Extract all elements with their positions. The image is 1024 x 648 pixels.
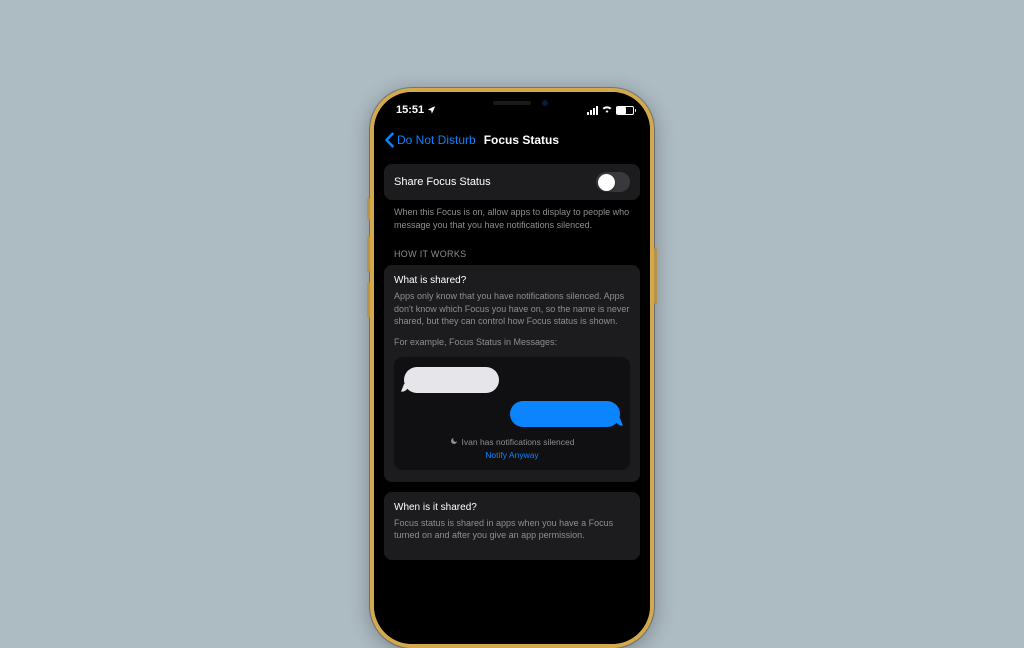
how-it-works-header: HOW IT WORKS [384,231,640,265]
when-shared-title: When is it shared? [394,502,630,513]
page-title: Focus Status [484,133,559,147]
share-focus-toggle[interactable] [596,172,630,192]
silenced-status-row: Ivan has notifications silenced [404,437,620,447]
phone-frame: 15:51 [370,88,654,648]
content-area: Share Focus Status When this Focus is on… [374,156,650,568]
what-shared-body: Apps only know that you have notificatio… [394,290,630,328]
silenced-text: Ivan has notifications silenced [462,437,575,447]
battery-icon [616,106,634,115]
message-preview: Ivan has notifications silenced Notify A… [394,357,630,470]
share-focus-footer: When this Focus is on, allow apps to dis… [384,200,640,231]
sent-message-bubble [510,401,620,427]
power-button [654,248,657,304]
location-arrow-icon [427,105,436,116]
what-shared-title: What is shared? [394,275,630,286]
toggle-knob [598,174,615,191]
screen: 15:51 [374,92,650,644]
received-message-bubble [404,367,499,393]
when-shared-card: When is it shared? Focus status is share… [384,492,640,560]
share-focus-label: Share Focus Status [394,176,491,188]
navigation-bar: Do Not Disturb Focus Status [374,128,650,156]
status-right [587,104,634,116]
volume-up-button [367,236,370,272]
notch [442,92,582,114]
phone-bezel: 15:51 [374,92,650,644]
example-label: For example, Focus Status in Messages: [394,336,630,349]
wifi-icon [601,104,613,116]
back-button-label[interactable]: Do Not Disturb [397,133,476,147]
share-focus-row[interactable]: Share Focus Status [384,164,640,200]
notify-anyway-button[interactable]: Notify Anyway [404,450,620,460]
when-shared-body: Focus status is shared in apps when you … [394,517,630,542]
cellular-signal-icon [587,106,598,115]
status-left: 15:51 [396,104,436,116]
what-shared-card: What is shared? Apps only know that you … [384,265,640,481]
back-chevron-icon[interactable] [384,132,395,148]
volume-down-button [367,282,370,318]
silent-switch [367,198,370,220]
status-time: 15:51 [396,104,424,116]
moon-icon [450,437,458,447]
